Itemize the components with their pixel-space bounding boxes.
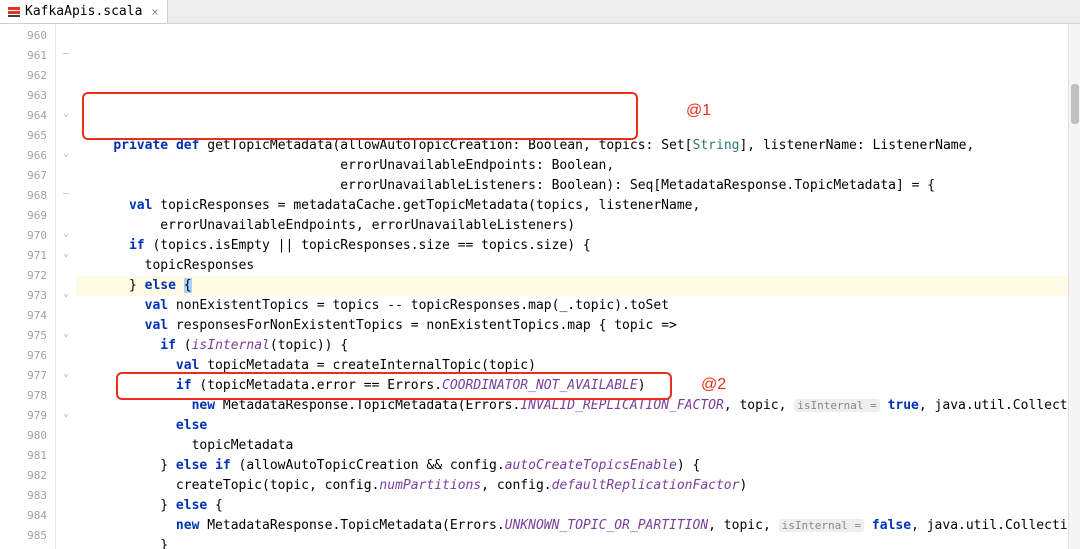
code-line[interactable]: [76, 116, 1068, 136]
code-line[interactable]: topicMetadata: [76, 436, 1068, 456]
line-number: 962: [0, 66, 55, 86]
code-line[interactable]: if (topics.isEmpty || topicResponses.siz…: [76, 236, 1068, 256]
editor-tabs: KafkaApis.scala ×: [0, 0, 1080, 24]
line-number: 967: [0, 166, 55, 186]
fold-marker[interactable]: ⌄: [56, 284, 76, 304]
line-number: 985: [0, 526, 55, 546]
fold-marker: [56, 384, 76, 404]
code-line[interactable]: } else {: [76, 276, 1068, 296]
fold-marker: [56, 344, 76, 364]
line-number: 972: [0, 266, 55, 286]
line-number-gutter: 9609619629639649659669679689699709719729…: [0, 24, 56, 549]
vertical-scrollbar[interactable]: [1068, 24, 1080, 549]
tab-filename: KafkaApis.scala: [25, 4, 142, 19]
line-number: 979: [0, 406, 55, 426]
code-line[interactable]: new MetadataResponse.TopicMetadata(Error…: [76, 516, 1068, 536]
fold-marker[interactable]: ⌄: [56, 324, 76, 344]
fold-marker: [56, 484, 76, 504]
line-number: 978: [0, 386, 55, 406]
fold-marker: [56, 84, 76, 104]
line-number: 983: [0, 486, 55, 506]
line-number: 981: [0, 446, 55, 466]
code-line[interactable]: val nonExistentTopics = topics -- topicR…: [76, 296, 1068, 316]
code-line[interactable]: errorUnavailableEndpoints, errorUnavaila…: [76, 216, 1068, 236]
line-number: 969: [0, 206, 55, 226]
line-number: 976: [0, 346, 55, 366]
code-line[interactable]: topicResponses: [76, 256, 1068, 276]
code-line[interactable]: }: [76, 536, 1068, 549]
fold-marker: [56, 204, 76, 224]
line-number: 971: [0, 246, 55, 266]
code-line[interactable]: } else if (allowAutoTopicCreation && con…: [76, 456, 1068, 476]
code-line[interactable]: val responsesForNonExistentTopics = nonE…: [76, 316, 1068, 336]
line-number: 977: [0, 366, 55, 386]
scroll-thumb[interactable]: [1071, 84, 1079, 124]
fold-marker[interactable]: ⌄: [56, 364, 76, 384]
line-number: 973: [0, 286, 55, 306]
code-line[interactable]: else: [76, 416, 1068, 436]
fold-marker: [56, 424, 76, 444]
close-icon[interactable]: ×: [151, 5, 158, 19]
file-tab[interactable]: KafkaApis.scala ×: [0, 0, 168, 23]
fold-marker: [56, 164, 76, 184]
line-number: 963: [0, 86, 55, 106]
line-number: 965: [0, 126, 55, 146]
fold-marker: [56, 264, 76, 284]
line-number: 974: [0, 306, 55, 326]
fold-marker[interactable]: ⌄: [56, 404, 76, 424]
line-number: 964: [0, 106, 55, 126]
fold-marker: [56, 124, 76, 144]
code-line[interactable]: val topicResponses = metadataCache.getTo…: [76, 196, 1068, 216]
code-line[interactable]: if (isInternal(topic)) {: [76, 336, 1068, 356]
code-line[interactable]: } else {: [76, 496, 1068, 516]
fold-marker[interactable]: ⌄: [56, 244, 76, 264]
fold-marker: [56, 64, 76, 84]
fold-marker: [56, 24, 76, 44]
line-number: 984: [0, 506, 55, 526]
code-line[interactable]: val topicMetadata = createInternalTopic(…: [76, 356, 1068, 376]
line-number: 968: [0, 186, 55, 206]
code-line[interactable]: createTopic(topic, config.numPartitions,…: [76, 476, 1068, 496]
fold-marker: [56, 304, 76, 324]
line-number: 960: [0, 26, 55, 46]
code-line[interactable]: errorUnavailableListeners: Boolean): Seq…: [76, 176, 1068, 196]
line-number: 966: [0, 146, 55, 166]
fold-marker: [56, 524, 76, 544]
fold-marker[interactable]: ⌄: [56, 104, 76, 124]
code-line[interactable]: new MetadataResponse.TopicMetadata(Error…: [76, 396, 1068, 416]
line-number: 961: [0, 46, 55, 66]
fold-marker[interactable]: –: [56, 44, 76, 64]
fold-marker-gutter: –⌄⌄–⌄⌄⌄⌄⌄⌄: [56, 24, 76, 549]
editor: 9609619629639649659669679689699709719729…: [0, 24, 1080, 549]
fold-marker[interactable]: ⌄: [56, 224, 76, 244]
code-line[interactable]: private def getTopicMetadata(allowAutoTo…: [76, 136, 1068, 156]
line-number: 970: [0, 226, 55, 246]
code-line[interactable]: if (topicMetadata.error == Errors.COORDI…: [76, 376, 1068, 396]
code-area[interactable]: @1 @2 private def getTopicMetadata(allow…: [76, 24, 1068, 549]
fold-marker: [56, 444, 76, 464]
fold-marker[interactable]: ⌄: [56, 144, 76, 164]
fold-marker[interactable]: –: [56, 184, 76, 204]
fold-marker: [56, 464, 76, 484]
line-number: 980: [0, 426, 55, 446]
line-number: 982: [0, 466, 55, 486]
line-number: 975: [0, 326, 55, 346]
code-line[interactable]: errorUnavailableEndpoints: Boolean,: [76, 156, 1068, 176]
scala-file-icon: [8, 6, 20, 18]
fold-marker: [56, 504, 76, 524]
